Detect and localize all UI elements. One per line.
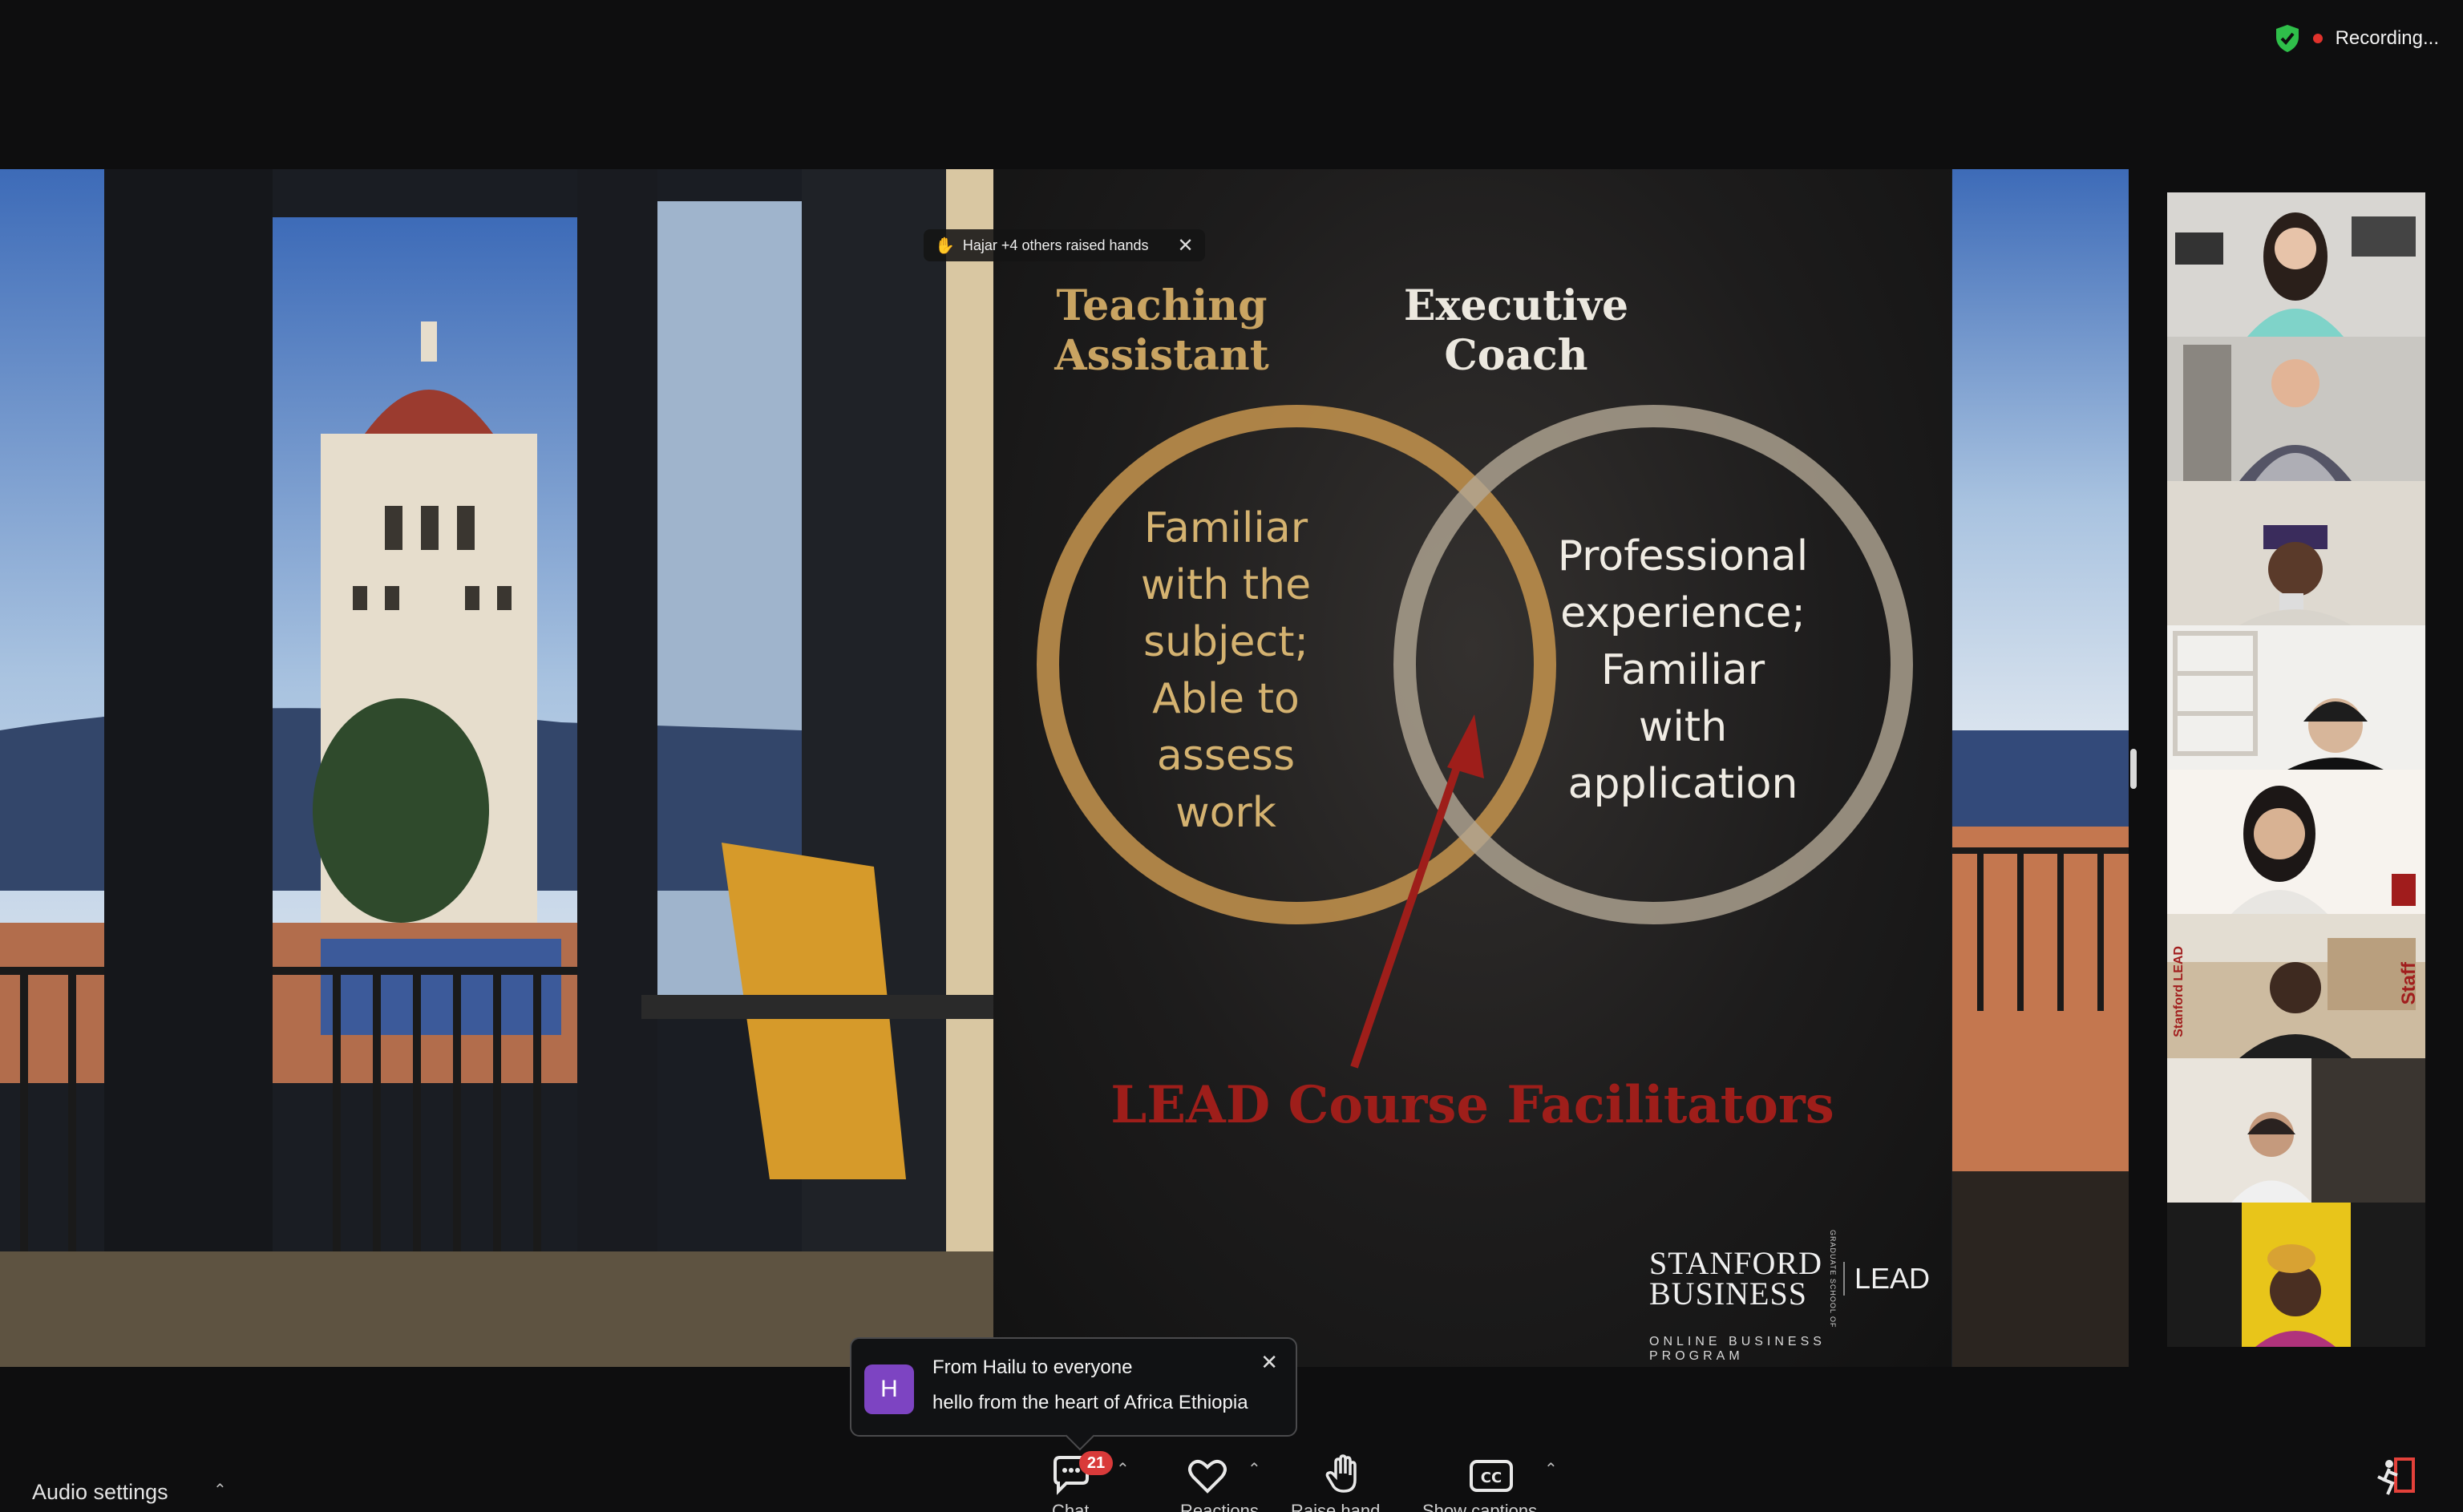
- stanford-gsb-logo: STANFORD BUSINESS GRADUATE SCHOOL OF LEAD…: [1649, 1230, 1930, 1363]
- show-captions-button-label[interactable]: Show captions: [1422, 1501, 1537, 1512]
- teaching-assistant-heading: Teaching Assistant: [1054, 281, 1269, 380]
- chevron-up-icon[interactable]: ⌃: [1544, 1459, 1558, 1479]
- svg-text:CC: CC: [1481, 1470, 1502, 1486]
- chat-notification[interactable]: H From Hailu to everyone hello from the …: [850, 1337, 1297, 1437]
- participant-tile[interactable]: [2167, 770, 2425, 914]
- arrow-head: [1447, 714, 1484, 778]
- raised-hands-notification[interactable]: ✋ Hajar +4 others raised hands ✕: [924, 229, 1205, 261]
- participant-gallery: Stanford LEAD Staff: [2167, 192, 2425, 1347]
- raised-hands-text: Hajar +4 others raised hands: [962, 237, 1149, 253]
- participant-video: [2167, 1203, 2425, 1347]
- raise-hand-button-label[interactable]: Raise hand: [1291, 1501, 1380, 1512]
- participant-video: [2167, 770, 2425, 914]
- chat-button-label[interactable]: Chat: [1052, 1501, 1089, 1512]
- participant-tile[interactable]: [2167, 481, 2425, 625]
- close-icon[interactable]: ✕: [1178, 234, 1194, 257]
- recording-status: Recording...: [2275, 24, 2439, 53]
- raised-hand-emoji-icon: ✋: [935, 237, 955, 255]
- close-icon[interactable]: ✕: [1260, 1350, 1278, 1375]
- chevron-up-icon[interactable]: ⌃: [213, 1480, 227, 1500]
- reactions-heart-icon[interactable]: [1185, 1456, 1230, 1498]
- participant-tile[interactable]: [2167, 1058, 2425, 1203]
- teaching-assistant-text: Familiar with the subject; Able to assess w…: [1140, 504, 1312, 837]
- participant-tile[interactable]: [2167, 625, 2425, 770]
- leave-icon[interactable]: [2373, 1456, 2418, 1498]
- closed-caption-icon[interactable]: CC: [1469, 1456, 1514, 1498]
- shield-check-icon: [2275, 25, 2299, 52]
- executive-coach-heading: Executive Coach: [1403, 281, 1629, 380]
- participant-video: [2167, 1058, 2425, 1203]
- gallery-resize-handle[interactable]: [2130, 749, 2137, 789]
- audio-settings-button[interactable]: Audio settings: [32, 1480, 168, 1505]
- lead-course-facilitators-label: LEAD Course Facilitators: [1110, 1075, 1834, 1135]
- participant-video: [2167, 914, 2425, 1058]
- participant-tile-active-speaker[interactable]: [2167, 337, 2425, 481]
- staff-tile-label: Staff: [2398, 962, 2420, 1005]
- avatar: H: [864, 1364, 914, 1414]
- chevron-up-icon[interactable]: ⌃: [1248, 1459, 1261, 1479]
- participant-video: [2167, 337, 2425, 481]
- recording-dot-icon: [2312, 34, 2323, 43]
- chat-message: hello from the heart of Africa Ethiopia: [932, 1392, 1248, 1413]
- participant-tile[interactable]: [2167, 192, 2425, 337]
- executive-coach-text: Professional experience; Familiar with app…: [1557, 532, 1809, 808]
- participant-tile[interactable]: Stanford LEAD Staff: [2167, 914, 2425, 1058]
- chat-unread-badge: 21: [1079, 1451, 1113, 1475]
- chat-sender: From Hailu to everyone: [932, 1356, 1133, 1378]
- recording-label[interactable]: Recording...: [2336, 27, 2439, 50]
- chevron-up-icon[interactable]: ⌃: [1116, 1459, 1130, 1479]
- participant-video: [2167, 192, 2425, 337]
- presentation-slide: Teaching Assistant Executive Coach Familia…: [993, 169, 1951, 1367]
- participant-video: [2167, 625, 2425, 770]
- participant-tile[interactable]: [2167, 1203, 2425, 1347]
- raise-hand-icon[interactable]: [1321, 1453, 1366, 1494]
- stanford-lead-tile-label: Stanford LEAD: [2172, 946, 2186, 1037]
- reactions-button-label[interactable]: Reactions: [1180, 1501, 1259, 1512]
- participant-video: [2167, 481, 2425, 625]
